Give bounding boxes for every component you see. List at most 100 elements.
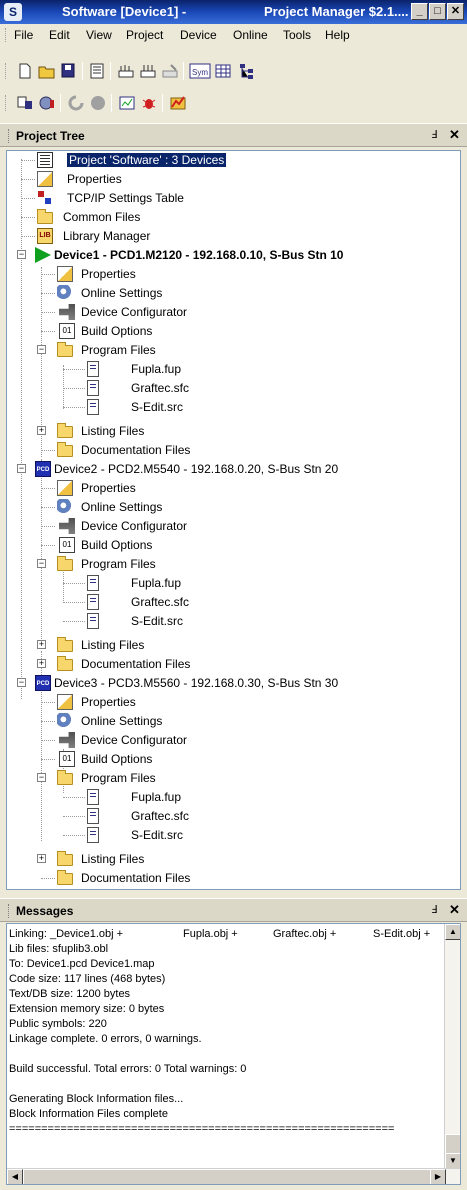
tree-label: S-Edit.src <box>131 828 184 842</box>
expand-icon[interactable]: + <box>37 854 46 863</box>
pin-icon[interactable]: Ⅎ <box>431 903 437 916</box>
tree-label: Device Configurator <box>81 305 188 319</box>
tree-label: Build Options <box>81 538 153 552</box>
tree-label: Online Settings <box>81 714 163 728</box>
rebuild-icon[interactable] <box>139 62 157 80</box>
tree-label: TCP/IP Settings Table <box>67 191 184 205</box>
message-line: Text/DB size: 1200 bytes <box>9 988 131 1000</box>
folder-icon <box>57 556 73 571</box>
message-line: Code size: 117 lines (468 bytes) <box>9 973 166 985</box>
expand-icon[interactable]: + <box>37 640 46 649</box>
tree-label: Library Manager <box>63 229 151 243</box>
run-icon[interactable] <box>67 94 85 112</box>
collapse-icon[interactable]: − <box>17 250 26 259</box>
file-icon <box>87 361 99 377</box>
collapse-icon[interactable]: − <box>37 345 46 354</box>
save-all-icon[interactable] <box>60 62 78 80</box>
pcd-device-icon: PCD <box>35 675 51 691</box>
table-icon[interactable] <box>214 62 232 80</box>
online-settings-icon <box>57 499 73 515</box>
download-icon[interactable] <box>16 94 34 112</box>
title-bar: S Software [Device1] - Project Manager $… <box>0 0 467 24</box>
folder-icon <box>57 770 73 785</box>
message-line: To: Device1.pcd Device1.map <box>9 958 155 970</box>
tree-device-label: Device1 - PCD1.M2120 - 192.168.0.10, S-B… <box>54 248 344 262</box>
menubar-grip[interactable] <box>5 28 8 42</box>
maximize-button[interactable]: □ <box>429 3 446 20</box>
scroll-down-icon[interactable]: ▼ <box>445 1153 460 1169</box>
tree-label: Fupla.fup <box>131 790 182 804</box>
close-button[interactable]: ✕ <box>447 3 464 20</box>
horizontal-scrollbar[interactable]: ◀ ▶ <box>7 1168 460 1184</box>
toolbar-grip[interactable] <box>5 95 8 111</box>
tree-label: Documentation Files <box>81 443 191 457</box>
tree-label: Device Configurator <box>81 519 188 533</box>
clean-icon[interactable] <box>161 62 179 80</box>
scroll-up-icon[interactable]: ▲ <box>445 924 460 940</box>
pcd-device-icon: PCD <box>35 461 51 477</box>
close-panel-icon[interactable]: ✕ <box>449 902 460 918</box>
menu-device[interactable]: Device <box>180 28 217 42</box>
open-folder-icon[interactable] <box>38 62 56 80</box>
menu-tools[interactable]: Tools <box>283 28 311 42</box>
file-icon <box>87 594 99 610</box>
new-file-icon[interactable] <box>16 62 34 80</box>
diagnostics-icon[interactable] <box>169 94 187 112</box>
menu-bar: File Edit View Project Device Online Too… <box>0 24 467 46</box>
messages-output[interactable]: Linking: _Device1.obj + Fupla.obj + Graf… <box>6 923 461 1185</box>
tree-label: Fupla.fup <box>131 362 182 376</box>
collapse-icon[interactable]: − <box>37 559 46 568</box>
window-title-app: Project Manager $2.1.... <box>264 4 409 19</box>
tree-label: Online Settings <box>81 500 163 514</box>
expand-icon[interactable]: + <box>37 659 46 668</box>
collapse-icon[interactable]: − <box>37 773 46 782</box>
file-icon <box>87 575 99 591</box>
scroll-thumb-h[interactable] <box>23 1169 433 1184</box>
toolbar-grip[interactable] <box>5 63 8 79</box>
close-panel-icon[interactable]: ✕ <box>449 127 460 143</box>
scroll-thumb[interactable] <box>445 1134 460 1154</box>
message-line: Generating Block Information files... <box>9 1093 184 1105</box>
menu-file[interactable]: File <box>14 28 33 42</box>
panel-grip[interactable] <box>8 129 10 143</box>
debug-icon[interactable] <box>118 94 136 112</box>
tree-label: Program Files <box>81 771 156 785</box>
panel-grip[interactable] <box>8 904 10 918</box>
menu-project[interactable]: Project <box>126 28 163 42</box>
project-icon <box>37 152 53 168</box>
bug-icon[interactable] <box>140 94 158 112</box>
library-icon: LIB <box>37 228 53 244</box>
tree-icon[interactable] <box>238 62 256 80</box>
project-tree[interactable]: Project 'Software' : 3 Devices Propertie… <box>6 150 461 890</box>
scroll-left-icon[interactable]: ◀ <box>7 1169 23 1184</box>
menu-online[interactable]: Online <box>233 28 268 42</box>
device-configurator-icon <box>59 732 75 748</box>
tree-label: Build Options <box>81 324 153 338</box>
tree-label: Documentation Files <box>81 871 191 885</box>
properties-icon[interactable] <box>88 62 106 80</box>
folder-icon <box>57 442 73 457</box>
vertical-scrollbar[interactable]: ▲ ▼ <box>444 924 460 1169</box>
properties-icon <box>37 171 53 187</box>
pin-icon[interactable]: Ⅎ <box>431 128 437 141</box>
menu-edit[interactable]: Edit <box>49 28 70 42</box>
stop-icon[interactable] <box>89 94 107 112</box>
build-icon[interactable] <box>117 62 135 80</box>
menu-view[interactable]: View <box>86 28 112 42</box>
collapse-icon[interactable]: − <box>17 464 26 473</box>
tree-label: Properties <box>81 695 136 709</box>
menu-help[interactable]: Help <box>325 28 350 42</box>
message-line: ========================================… <box>9 1123 395 1135</box>
project-tree-title: Project Tree <box>16 129 85 143</box>
collapse-icon[interactable]: − <box>17 678 26 687</box>
properties-icon <box>57 266 73 282</box>
online-config-icon[interactable] <box>38 94 56 112</box>
online-settings-icon <box>57 285 73 301</box>
scroll-right-icon[interactable]: ▶ <box>430 1169 446 1184</box>
tree-label: Documentation Files <box>81 657 191 671</box>
symbol-editor-icon[interactable]: Sym <box>189 62 211 80</box>
file-icon <box>87 380 99 396</box>
tree-device-label: Device3 - PCD3.M5560 - 192.168.0.30, S-B… <box>54 676 339 690</box>
minimize-button[interactable]: _ <box>411 3 428 20</box>
expand-icon[interactable]: + <box>37 426 46 435</box>
